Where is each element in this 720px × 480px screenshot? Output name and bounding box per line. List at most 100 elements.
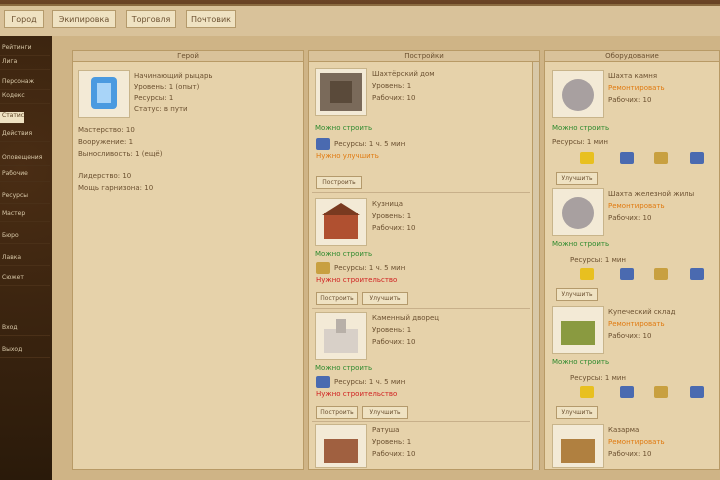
barracks-icon	[561, 439, 595, 463]
building-2-upgrade-button[interactable]: Улучшить	[362, 292, 408, 305]
building-2-cost: Ресурсы: 1 ч. 5 мин	[334, 264, 406, 272]
hero-portrait[interactable]	[78, 70, 130, 118]
building-3-upgrade-button[interactable]: Улучшить	[362, 406, 408, 419]
building-3-status: Можно строить	[315, 364, 373, 372]
sidebar-item-4[interactable]: Кодекс	[0, 92, 50, 104]
quarry-icon	[562, 79, 594, 111]
building-1-warning: Нужно улучшить	[316, 152, 379, 160]
equipment-1-sub: Ремонтировать	[608, 84, 665, 92]
nav-button-4[interactable]: Почтовик	[186, 10, 236, 28]
equipment-2-image	[552, 188, 604, 236]
equipment-4-image	[552, 424, 604, 468]
sidebar-item-10[interactable]: Мастер	[0, 210, 50, 222]
gold-icon	[580, 268, 594, 280]
sidebar-item-1[interactable]: Рейтинги	[0, 44, 50, 56]
stone-icon	[690, 268, 704, 280]
building-4-line-2: Рабочих: 10	[372, 450, 416, 458]
nav-button-2[interactable]: Экипировка	[52, 10, 116, 28]
iron-mine-icon	[562, 197, 594, 229]
building-2-line-1: Уровень: 1	[372, 212, 412, 220]
sidebar-item-3[interactable]: Персонаж	[0, 78, 50, 90]
forge-icon	[322, 203, 360, 239]
wood-icon	[654, 386, 668, 398]
building-4-image	[315, 424, 367, 468]
nav-button-1[interactable]: Город	[4, 10, 44, 28]
building-3-line-2: Рабочих: 10	[372, 338, 416, 346]
sidebar-item-9[interactable]: Ресурсы	[0, 192, 50, 204]
equipment-3-cost: Ресурсы: 1 мин	[570, 374, 627, 382]
building-1-name: Шахтёрский дом	[372, 70, 435, 78]
building-3-cost: Ресурсы: 1 ч. 5 мин	[334, 378, 406, 386]
building-3-build-button[interactable]: Построить	[316, 406, 358, 419]
building-4-name: Ратуша	[372, 426, 400, 434]
building-2-name: Кузница	[372, 200, 404, 208]
divider	[312, 308, 530, 309]
wood-icon	[654, 152, 668, 164]
equipment-2-upgrade-button[interactable]: Улучшить	[556, 288, 598, 301]
ore-icon	[620, 152, 634, 164]
ore-icon	[620, 386, 634, 398]
sidebar-item-11[interactable]: Бюро	[0, 232, 50, 244]
equipment-1-image	[552, 70, 604, 118]
building-3-image	[315, 312, 367, 360]
hero-name: Начинающий рыцарь	[134, 72, 213, 80]
building-3-line-1: Уровень: 1	[372, 326, 412, 334]
hero-panel-title: Герой	[73, 51, 303, 62]
sidebar-item-13[interactable]: Сюжет	[0, 274, 50, 286]
building-2-warning: Нужно строительство	[316, 276, 398, 284]
building-2-build-button[interactable]: Построить	[316, 292, 358, 305]
equipment-2-name: Шахта железной жилы	[608, 190, 695, 198]
sidebar-item-12[interactable]: Лавка	[0, 254, 50, 266]
equipment-3-sub: Ремонтировать	[608, 320, 665, 328]
equipment-3-upgrade-button[interactable]: Улучшить	[556, 406, 598, 419]
gold-icon	[580, 386, 594, 398]
sidebar-item-6[interactable]: Действия	[0, 130, 50, 142]
hero-extra-1: Лидерство: 10	[78, 172, 132, 180]
sidebar-item-2[interactable]: Лига	[0, 58, 50, 70]
sidebar-item-8[interactable]: Рабочие	[0, 170, 50, 182]
building-1-image	[315, 68, 367, 116]
hero-line-2: Ресурсы: 1	[134, 94, 174, 102]
equipment-3-line: Рабочих: 10	[608, 332, 652, 340]
equipment-3-name: Купеческий склад	[608, 308, 676, 316]
hall-icon	[324, 439, 358, 463]
equipment-1-cost: Ресурсы: 1 мин	[552, 138, 609, 146]
wood-icon	[654, 268, 668, 280]
hero-extra-2: Мощь гарнизона: 10	[78, 184, 154, 192]
building-1-status: Можно строить	[315, 124, 373, 132]
equipment-panel-title: Оборудование	[545, 51, 719, 62]
stone-icon	[690, 152, 704, 164]
equipment-2-cost: Ресурсы: 1 мин	[570, 256, 627, 264]
equipment-4-sub: Ремонтировать	[608, 438, 665, 446]
resource-icon	[316, 376, 330, 388]
equipment-3-image	[552, 306, 604, 354]
building-1-line-1: Уровень: 1	[372, 82, 412, 90]
building-4-line-1: Уровень: 1	[372, 438, 412, 446]
building-1-build-button[interactable]: Построить	[316, 176, 362, 189]
sidebar-item-14[interactable]: Вход	[0, 324, 50, 336]
nav-button-3[interactable]: Торговля	[126, 10, 176, 28]
sidebar-item-5[interactable]: Статистика	[0, 112, 24, 124]
building-3-name: Каменный дворец	[372, 314, 440, 322]
equipment-3-status: Можно строить	[552, 358, 610, 366]
top-bar: Город Экипировка Торговля Почтовик	[0, 0, 720, 38]
building-2-image	[315, 198, 367, 246]
equipment-1-upgrade-button[interactable]: Улучшить	[556, 172, 598, 185]
building-2-line-2: Рабочих: 10	[372, 224, 416, 232]
sidebar-item-15[interactable]: Выход	[0, 346, 50, 358]
building-3-warning: Нужно строительство	[316, 390, 398, 398]
equipment-2-sub: Ремонтировать	[608, 202, 665, 210]
divider	[312, 192, 530, 193]
sidebar-item-7[interactable]: Оповещения	[0, 154, 50, 166]
warehouse-icon	[561, 321, 595, 345]
hero-line-3: Статус: в пути	[134, 105, 188, 113]
resource-icon	[316, 262, 330, 274]
building-1-cost: Ресурсы: 1 ч. 5 мин	[334, 140, 406, 148]
divider	[312, 421, 530, 422]
buildings-scrollbar[interactable]	[532, 62, 539, 470]
equipment-1-status: Можно строить	[552, 124, 610, 132]
equipment-2-status: Можно строить	[552, 240, 610, 248]
equipment-4-line: Рабочих: 10	[608, 450, 652, 458]
hero-stat-3: Выносливость: 1 (ещё)	[78, 150, 163, 158]
knight-shield-icon	[91, 77, 117, 109]
